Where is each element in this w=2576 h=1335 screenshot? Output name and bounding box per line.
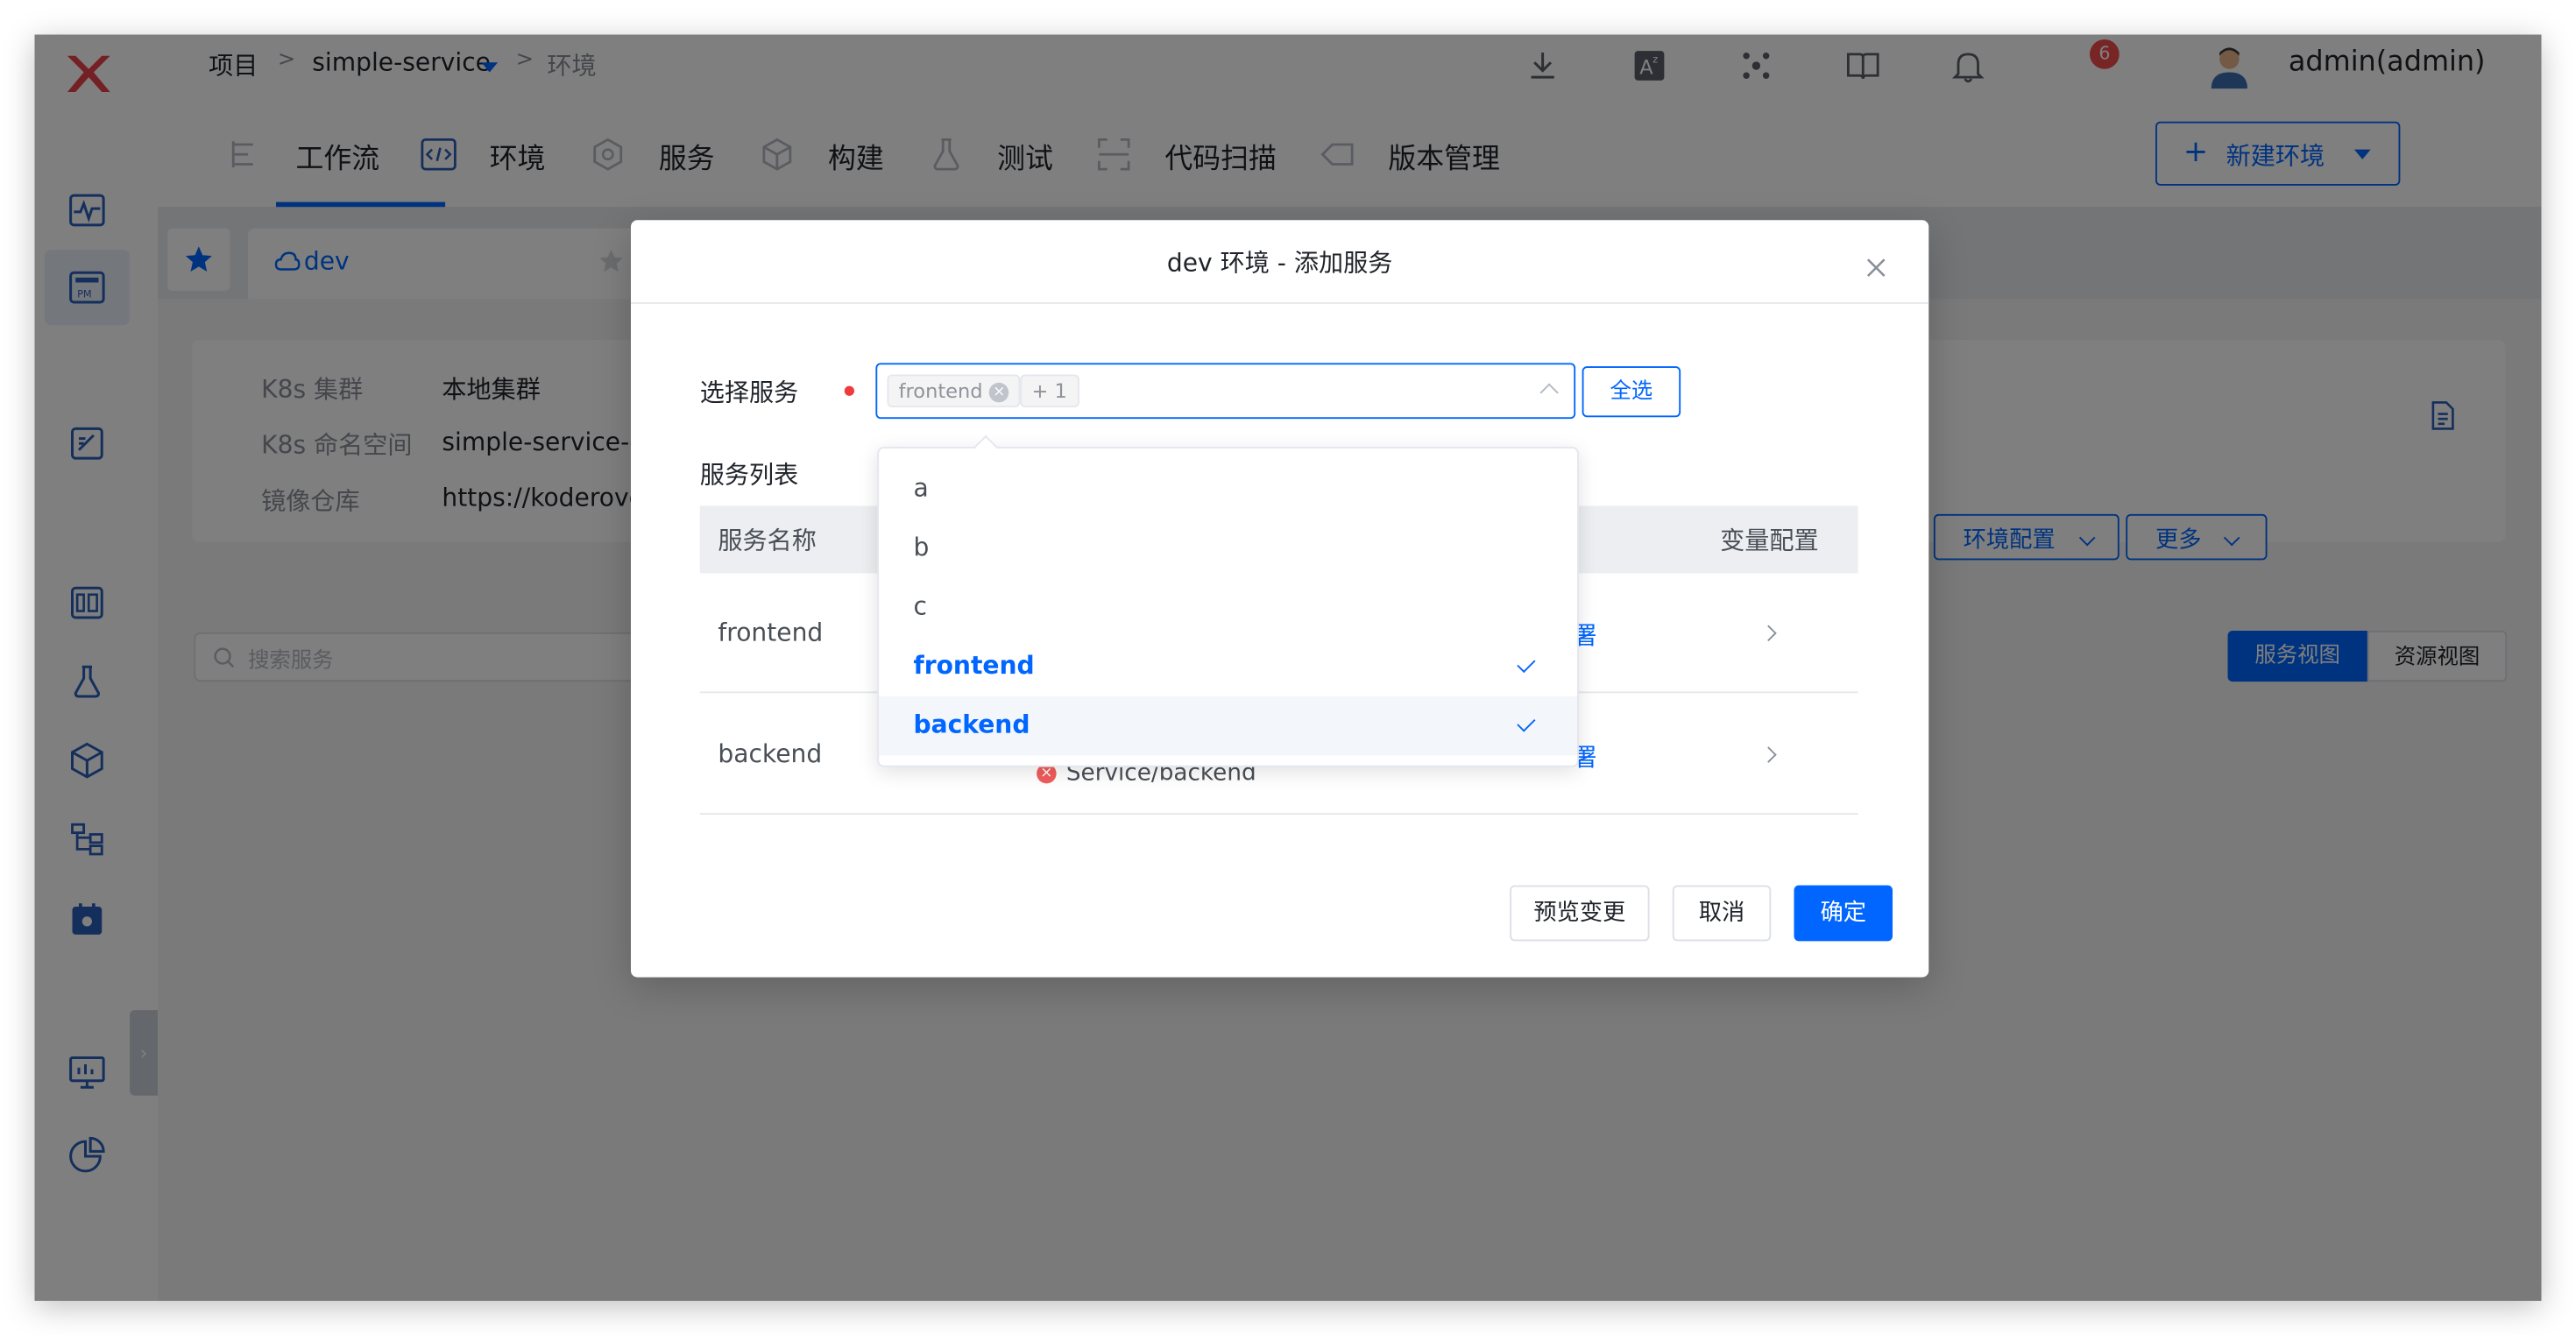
select-all-button[interactable]: 全选 xyxy=(1582,366,1681,418)
check-icon xyxy=(1517,653,1536,674)
preview-changes-button[interactable]: 预览变更 xyxy=(1510,885,1650,942)
chevron-right-icon[interactable] xyxy=(1760,746,1777,763)
dialog-title: dev 环境 - 添加服务 xyxy=(1166,248,1393,278)
cancel-button[interactable]: 取消 xyxy=(1672,885,1772,942)
select-service-label: 选择服务 xyxy=(699,378,799,407)
service-dropdown: a b c frontend backend xyxy=(877,434,1579,767)
selected-tag-label: frontend xyxy=(898,379,983,403)
confirm-button[interactable]: 确定 xyxy=(1794,885,1893,942)
dropdown-option[interactable]: backend xyxy=(879,696,1577,756)
service-name: backend xyxy=(718,738,823,769)
dropdown-option[interactable]: a xyxy=(879,460,1577,519)
service-list-title: 服务列表 xyxy=(699,460,799,490)
service-name: frontend xyxy=(718,618,824,647)
option-label: a xyxy=(913,473,929,503)
chevron-right-icon[interactable] xyxy=(1760,625,1777,642)
dropdown-option[interactable]: c xyxy=(879,578,1577,638)
chevron-up-icon[interactable] xyxy=(1539,383,1559,402)
more-count-tag: + 1 xyxy=(1020,374,1079,407)
option-label: b xyxy=(913,532,930,562)
column-header-vars: 变量配置 xyxy=(1720,526,1819,555)
dialog-divider xyxy=(631,302,1929,304)
option-label: c xyxy=(913,591,927,621)
dropdown-option[interactable]: b xyxy=(879,519,1577,579)
selected-tag[interactable]: frontend × xyxy=(887,374,1021,407)
service-multiselect[interactable]: frontend × + 1 xyxy=(875,363,1576,420)
option-label: backend xyxy=(913,710,1030,739)
required-indicator xyxy=(844,385,854,396)
tag-remove-icon[interactable]: × xyxy=(989,381,1009,402)
option-label: frontend xyxy=(913,650,1035,681)
dropdown-option[interactable]: frontend xyxy=(879,638,1577,697)
app-window: PM › 项目 > simple-service xyxy=(34,34,2542,1301)
check-icon xyxy=(1517,713,1536,732)
close-icon[interactable] xyxy=(1865,257,1887,279)
column-header-name: 服务名称 xyxy=(718,526,817,555)
